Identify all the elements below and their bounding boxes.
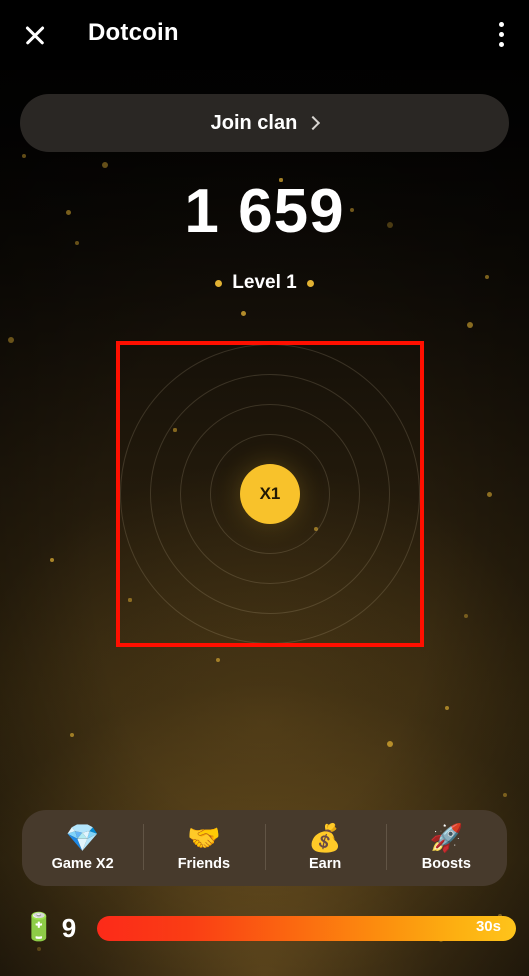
coin-tap-button[interactable]: X1 <box>240 464 300 524</box>
kebab-menu-icon[interactable] <box>487 16 517 54</box>
money-bag-icon: 💰 <box>308 824 342 853</box>
energy-count: 9 <box>52 913 86 944</box>
nav-item-game-x2[interactable]: 💎 Game X2 <box>22 810 143 886</box>
join-clan-button[interactable]: Join clan <box>20 94 509 152</box>
battery-icon: 🔋 <box>22 911 56 943</box>
level-indicator: Level 1 <box>0 272 529 294</box>
nav-item-boosts[interactable]: 🚀 Boosts <box>386 810 507 886</box>
nav-label-game-x2: Game X2 <box>52 856 114 872</box>
level-label: Level 1 <box>232 272 296 294</box>
nav-item-earn[interactable]: 💰 Earn <box>265 810 386 886</box>
page-title: Dotcoin <box>88 19 179 47</box>
energy-bar-row: 🔋 9 30s <box>0 906 529 950</box>
score-value: 1 659 <box>0 176 529 247</box>
energy-time-label: 30s <box>476 918 501 935</box>
nav-item-friends[interactable]: 🤝 Friends <box>143 810 264 886</box>
multiplier-label: X1 <box>260 484 281 504</box>
handshake-icon: 🤝 <box>187 824 221 853</box>
rocket-icon: 🚀 <box>430 824 464 853</box>
join-clan-label: Join clan <box>211 112 298 135</box>
diamond-icon: 💎 <box>66 824 100 853</box>
chevron-right-icon <box>306 116 320 130</box>
level-dot-right <box>307 280 314 287</box>
bottom-navigation-bar: 💎 Game X2 🤝 Friends 💰 Earn 🚀 Boosts <box>22 810 507 886</box>
level-dot-left <box>215 280 222 287</box>
tap-target-area[interactable]: X1 <box>116 341 424 647</box>
nav-label-earn: Earn <box>309 856 341 872</box>
nav-label-friends: Friends <box>178 856 230 872</box>
close-icon[interactable] <box>18 18 52 52</box>
energy-progress-bar[interactable]: 30s <box>97 916 516 941</box>
dotcoin-game-screen: Dotcoin Join clan 1 659 Level 1 X1 💎 Gam… <box>0 0 529 976</box>
app-header: Dotcoin <box>0 0 529 70</box>
nav-label-boosts: Boosts <box>422 856 471 872</box>
